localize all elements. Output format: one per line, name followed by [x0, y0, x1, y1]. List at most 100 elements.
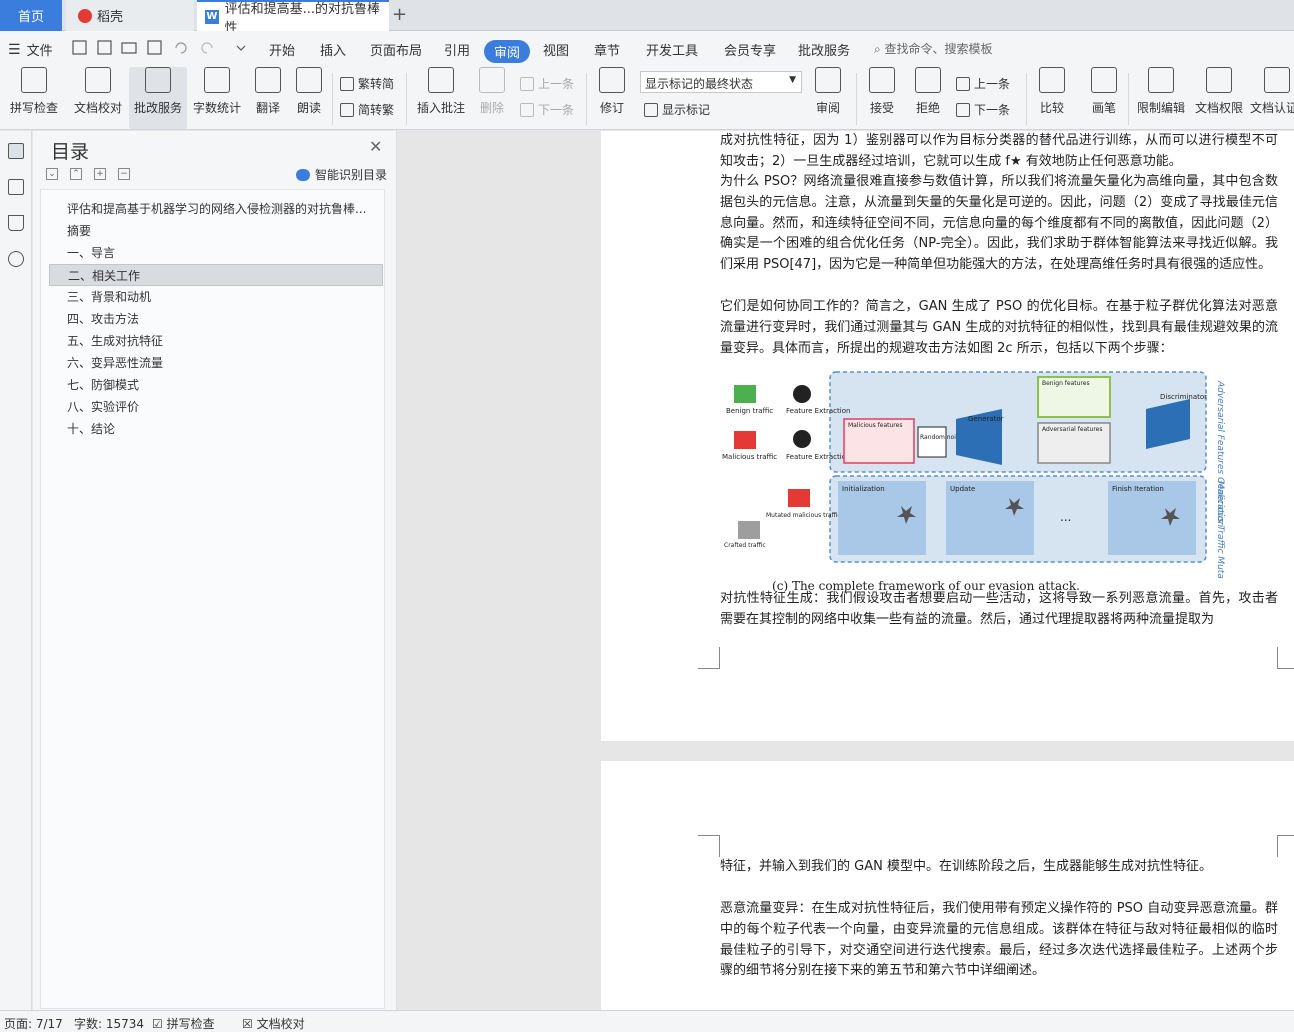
- menu-section[interactable]: 章节: [594, 40, 620, 59]
- reject-icon: [915, 67, 941, 93]
- tab-home[interactable]: 首页: [0, 0, 62, 31]
- collapse-all-icon[interactable]: ⌃: [70, 168, 82, 180]
- fig-generator-label: Generator: [968, 415, 1004, 423]
- prev-change-button[interactable]: 上一条: [956, 75, 1010, 92]
- document-page[interactable]: 特征，并输入到我们的 GAN 模型中。在训练阶段之后，生成器能够生成对抗性特征。…: [601, 761, 1294, 1010]
- insert-comment-button[interactable]: 插入批注: [414, 67, 468, 129]
- file-menu[interactable]: ☰ 文件: [8, 40, 53, 60]
- show-markup-button[interactable]: 显示标记: [644, 101, 710, 118]
- tab-document[interactable]: W 评估和提高基...的对抗鲁棒性: [197, 0, 389, 36]
- pen-icon: [1091, 67, 1117, 93]
- file-menu-label: 文件: [26, 44, 53, 59]
- nav-strip: [0, 131, 32, 1010]
- pen-button[interactable]: 画笔: [1084, 67, 1124, 129]
- close-icon[interactable]: ✕: [369, 137, 382, 156]
- spell-check-button[interactable]: 拼写检查: [4, 67, 64, 129]
- search-icon[interactable]: [8, 251, 24, 267]
- menu-start[interactable]: 开始: [269, 40, 295, 59]
- fig-update-label: Update: [950, 485, 975, 493]
- chevron-down-icon: ▼: [789, 75, 796, 85]
- menu-review[interactable]: 审阅: [484, 40, 531, 63]
- trad-to-simp-button[interactable]: 繁转简: [340, 75, 394, 92]
- comment-icon: [428, 67, 454, 93]
- proofread-icon: [85, 67, 111, 93]
- next-comment-label: 下一条: [538, 103, 575, 117]
- toc-item[interactable]: 评估和提高基于机器学习的网络入侵检测器的对抗鲁棒...: [49, 198, 383, 220]
- proofread-small-icon: ☒: [242, 1017, 257, 1031]
- doc-auth-button[interactable]: 文档认证: [1250, 67, 1294, 129]
- chapter-nav-icon[interactable]: [8, 179, 24, 195]
- remove-heading-icon[interactable]: −: [118, 168, 130, 180]
- menu-page-layout[interactable]: 页面布局: [370, 40, 422, 59]
- compare-button[interactable]: 比较: [1032, 67, 1072, 129]
- next-change-button[interactable]: 下一条: [956, 101, 1010, 118]
- toc-item[interactable]: 十、结论: [49, 418, 383, 440]
- fig-benfeat-label: Benign features: [1042, 380, 1090, 387]
- pen-label: 画笔: [1091, 101, 1116, 115]
- document-canvas[interactable]: 成对抗性特征，因为 1）鉴别器可以作为目标分类器的替代品进行训练，从而可以进行模…: [398, 131, 1294, 1010]
- menu-dev-tools[interactable]: 开发工具: [646, 40, 698, 59]
- toc-item[interactable]: 一、导言: [49, 242, 383, 264]
- tab-daoke[interactable]: 稻壳: [66, 0, 194, 31]
- menu-view[interactable]: 视图: [543, 40, 569, 59]
- paragraph: 为什么 PSO？网络流量很难直接参与数值计算，所以我们将流量矢量化为高维向量，其…: [720, 174, 1278, 273]
- word-count-button[interactable]: 字数统计: [190, 67, 244, 129]
- proofread-label: 文档校对: [73, 101, 122, 115]
- simp-to-trad-button[interactable]: 简转繁: [340, 101, 394, 118]
- status-spell-check[interactable]: ☑ 拼写检查: [152, 1015, 215, 1032]
- page-indicator[interactable]: 页面: 7/17: [4, 1015, 63, 1032]
- track-changes-button[interactable]: 修订: [592, 67, 632, 129]
- new-tab-button[interactable]: +: [392, 4, 407, 25]
- reject-button[interactable]: 拒绝: [908, 67, 948, 129]
- accept-button[interactable]: 接受: [862, 67, 902, 129]
- review-pane-icon: [815, 67, 841, 93]
- add-heading-icon[interactable]: +: [94, 168, 106, 180]
- read-aloud-button[interactable]: 朗读: [292, 67, 326, 129]
- quick-access-icons[interactable]: [72, 40, 252, 56]
- smart-toc-button[interactable]: 智能识别目录: [296, 166, 387, 183]
- correction-icon: [145, 67, 171, 93]
- command-search[interactable]: ⌕ 查找命令、搜索模板: [874, 40, 993, 57]
- proofread-button[interactable]: 文档校对: [70, 67, 126, 129]
- writer-logo-icon: W: [205, 9, 219, 24]
- translate-button[interactable]: 翻译: [248, 67, 288, 129]
- toc-item[interactable]: 摘要: [49, 220, 383, 242]
- permission-icon: [1206, 67, 1232, 93]
- word-count-indicator[interactable]: 字数: 15734: [74, 1015, 144, 1032]
- paragraph: 它们是如何协同工作的？简言之，GAN 生成了 PSO 的优化目标。在基于粒子群优…: [720, 299, 1278, 356]
- toc-item[interactable]: 八、实验评价: [49, 396, 383, 418]
- margin-corner-mark: [1277, 647, 1294, 669]
- expand-all-icon[interactable]: ⌄: [46, 168, 58, 180]
- status-spell-label: 拼写检查: [166, 1017, 215, 1031]
- menu-references[interactable]: 引用: [444, 40, 470, 59]
- smart-toc-label: 智能识别目录: [315, 168, 388, 182]
- fig-fe2-label: Feature Extraction: [786, 453, 850, 461]
- menu-correction[interactable]: 批改服务: [798, 40, 850, 59]
- review-pane-label: 审阅: [815, 101, 840, 115]
- toc-item[interactable]: 四、攻击方法: [49, 308, 383, 330]
- fig-malicious-label: Malicious traffic: [722, 453, 777, 461]
- markup-state-select[interactable]: 显示标记的最终状态 ▼: [640, 71, 802, 93]
- toc-panel-icon[interactable]: [8, 143, 24, 159]
- toc-item[interactable]: 五、生成对抗特征: [49, 330, 383, 352]
- prev-comment-button[interactable]: 上一条: [520, 75, 574, 92]
- next-comment-button[interactable]: 下一条: [520, 101, 574, 118]
- menu-insert[interactable]: 插入: [320, 40, 346, 59]
- doc-permission-button[interactable]: 文档权限: [1192, 67, 1246, 129]
- correction-service-button[interactable]: 批改服务: [129, 67, 187, 129]
- checkbox-icon: ☑: [152, 1017, 167, 1031]
- restrict-editing-button[interactable]: 限制编辑: [1134, 67, 1188, 129]
- review-pane-button[interactable]: 审阅: [808, 67, 848, 129]
- track-changes-label: 修订: [599, 101, 624, 115]
- toc-item[interactable]: 六、变异恶性流量: [49, 352, 383, 374]
- reject-label: 拒绝: [915, 101, 940, 115]
- toc-item-selected[interactable]: 二、相关工作: [49, 264, 383, 286]
- toc-list: 评估和提高基于机器学习的网络入侵检测器的对抗鲁棒... 摘要 一、导言 二、相关…: [40, 189, 385, 1009]
- bookmark-icon[interactable]: [8, 215, 24, 231]
- document-page[interactable]: 成对抗性特征，因为 1）鉴别器可以作为目标分类器的替代品进行训练，从而可以进行模…: [601, 131, 1294, 741]
- status-proofread[interactable]: ☒ 文档校对: [242, 1015, 305, 1032]
- delete-comment-button[interactable]: 删除: [472, 67, 512, 129]
- toc-item[interactable]: 三、背景和动机: [49, 286, 383, 308]
- toc-item[interactable]: 七、防御模式: [49, 374, 383, 396]
- menu-member[interactable]: 会员专享: [724, 40, 776, 59]
